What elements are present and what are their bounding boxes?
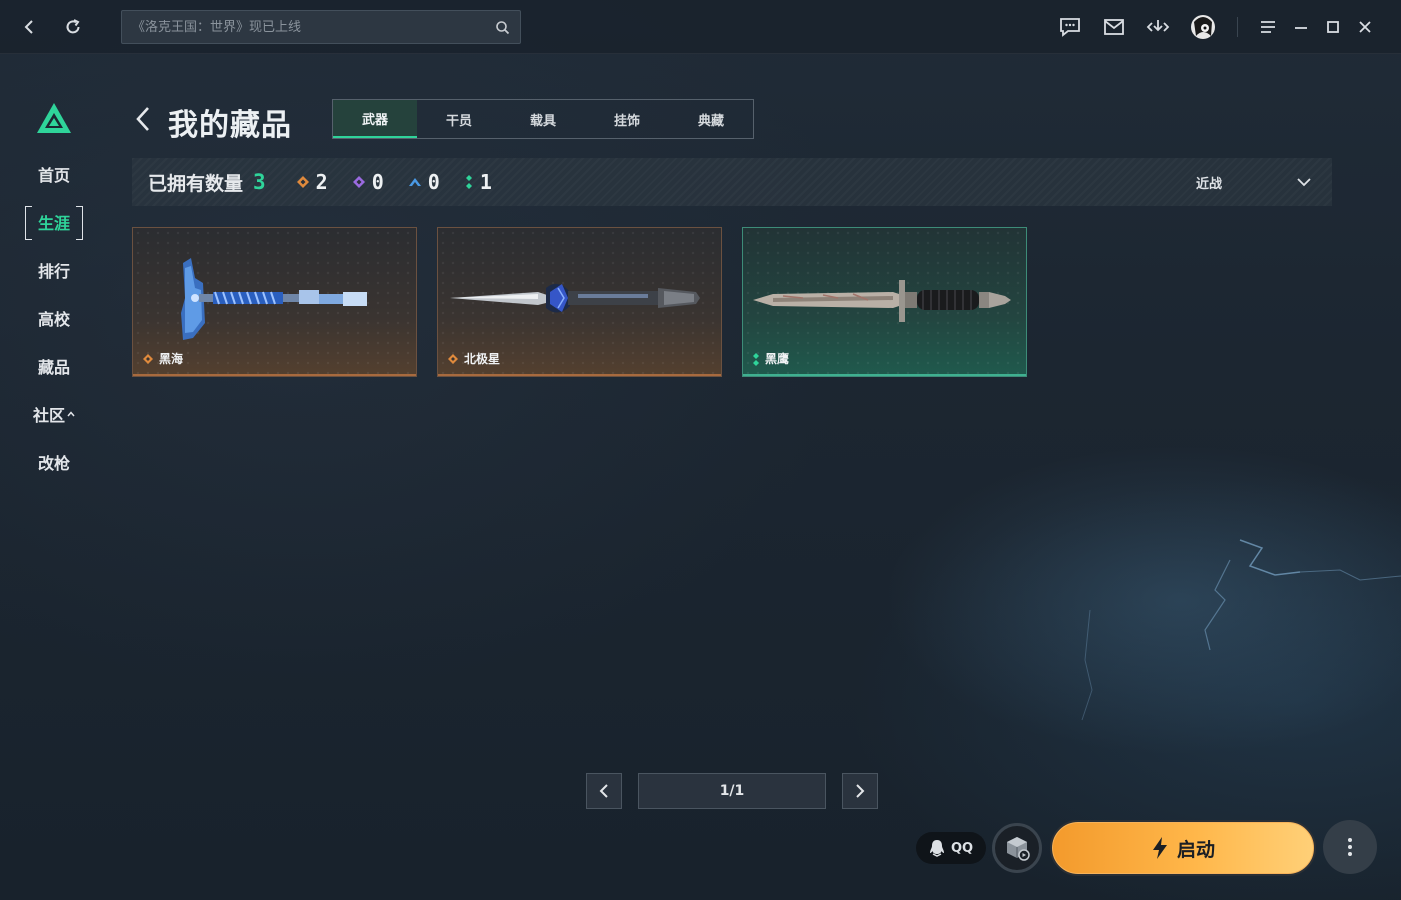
launch-label: 启动 [1176, 838, 1215, 861]
tab-vehicles[interactable]: 载具 [501, 100, 585, 138]
rarity-count-value: 2 [315, 170, 328, 194]
purple-diamond-icon [352, 176, 365, 188]
minimize-button[interactable] [1287, 13, 1315, 41]
orange-diamond-icon [296, 176, 309, 188]
sidebar-item-career[interactable]: 生涯 [24, 206, 84, 240]
maximize-icon [1327, 21, 1339, 33]
refresh-icon [66, 19, 80, 34]
orange-diamond-icon [448, 353, 458, 364]
lightning-icon [1152, 837, 1167, 859]
chevron-left-icon [599, 784, 608, 798]
sidebar-item-collection[interactable]: 藏品 [24, 350, 84, 382]
item-card[interactable]: 北极星 [437, 227, 722, 377]
rarity-count-green: 1 [464, 170, 492, 194]
download-button[interactable] [1144, 13, 1172, 41]
owned-count-total: 3 [253, 170, 266, 194]
chevron-down-icon [1297, 178, 1311, 187]
logo-icon [37, 103, 71, 133]
item-name: 北极星 [464, 352, 501, 366]
tab-charms[interactable]: 挂饰 [585, 100, 669, 138]
rarity-line [438, 374, 721, 376]
green-dots-icon [465, 175, 472, 189]
game-tools-button[interactable] [992, 823, 1042, 873]
avatar[interactable] [1189, 13, 1217, 41]
launch-button[interactable]: 启动 [1050, 820, 1316, 876]
blue-arrow-icon [408, 178, 421, 186]
mail-icon [1104, 19, 1124, 35]
item-name-row: 北极星 [447, 350, 500, 367]
rarity-line [743, 374, 1026, 376]
search-box[interactable] [121, 10, 521, 44]
menu-icon [1261, 21, 1275, 33]
qq-login-button[interactable]: QQ [916, 832, 986, 864]
sidebar-item-community[interactable]: 社区 [24, 398, 84, 430]
menu-button[interactable] [1254, 13, 1282, 41]
rarity-count-purple: 0 [352, 170, 384, 194]
chat-button[interactable] [1056, 13, 1084, 41]
item-name: 黑鹰 [765, 352, 790, 366]
item-card[interactable]: 黑海 [132, 227, 417, 377]
rarity-count-orange: 2 [296, 170, 328, 194]
tab-weapons[interactable]: 武器 [333, 100, 417, 138]
chevron-right-icon [856, 784, 865, 798]
orange-diamond-icon [143, 353, 153, 364]
mail-button[interactable] [1100, 13, 1128, 41]
app-logo[interactable] [35, 101, 73, 139]
category-tabs: 武器 干员 载具 挂饰 典藏 [332, 99, 754, 139]
more-vertical-icon [1348, 838, 1352, 856]
search-input[interactable] [132, 19, 495, 35]
item-name-row: 黑鹰 [752, 350, 789, 367]
item-name-row: 黑海 [142, 350, 183, 367]
page-back-button[interactable] [133, 104, 153, 138]
qq-label: QQ [950, 840, 974, 856]
sidebar-item-label: 社区 [32, 406, 65, 425]
refresh-button[interactable] [59, 13, 87, 41]
sidebar-item-home[interactable]: 首页 [24, 158, 84, 190]
rarity-count-value: 0 [427, 170, 440, 194]
back-icon [24, 20, 33, 34]
avatar-icon [1191, 15, 1215, 39]
next-page-button[interactable] [842, 773, 878, 809]
item-card[interactable]: 黑鹰 [742, 227, 1027, 377]
owned-count-bar: 已拥有数量 3 2 0 0 1 近战 [132, 158, 1332, 206]
rarity-line [133, 374, 416, 376]
chevron-left-icon [136, 107, 149, 131]
sidebar-item-gunsmith[interactable]: 改枪 [24, 446, 84, 478]
type-filter-dropdown[interactable]: 近战 [1172, 158, 1312, 206]
rarity-count-blue: 0 [408, 170, 440, 194]
rarity-count-value: 0 [371, 170, 384, 194]
prev-page-button[interactable] [586, 773, 622, 809]
page-title: 我的藏品 [168, 108, 292, 143]
tab-collectibles[interactable]: 典藏 [669, 100, 753, 138]
top-bar [0, 0, 1401, 54]
close-button[interactable] [1351, 13, 1379, 41]
item-name: 黑海 [159, 352, 184, 366]
rarity-count-value: 1 [479, 170, 492, 194]
download-icon [1146, 20, 1170, 32]
more-options-button[interactable] [1323, 820, 1377, 874]
search-icon[interactable] [495, 20, 510, 35]
green-dots-icon [753, 352, 759, 366]
chevron-up-icon [67, 409, 75, 420]
page-indicator[interactable]: 1/1 [638, 773, 826, 809]
chat-icon [1060, 18, 1080, 37]
owned-count-label: 已拥有数量 [148, 172, 244, 195]
cube-icon [1007, 837, 1030, 861]
tab-operators[interactable]: 干员 [417, 100, 501, 138]
close-icon [1359, 21, 1371, 33]
qq-penguin-icon [929, 840, 944, 857]
type-filter-value: 近战 [1196, 176, 1223, 192]
divider [1237, 17, 1238, 37]
maximize-button[interactable] [1319, 13, 1347, 41]
sidebar-item-college[interactable]: 高校 [24, 302, 84, 334]
minimize-icon [1295, 27, 1307, 29]
back-button[interactable] [15, 13, 43, 41]
sidebar-item-ranking[interactable]: 排行 [24, 254, 84, 286]
